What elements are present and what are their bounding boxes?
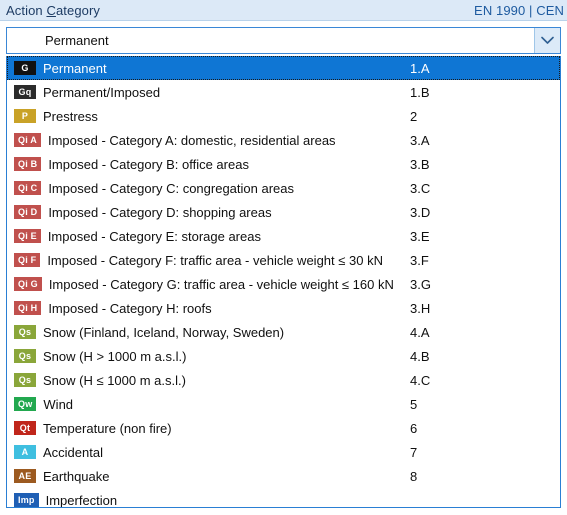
action-category-badge: AE (14, 469, 36, 483)
list-item[interactable]: Qs Snow (H ≤ 1000 m a.s.l.) 4.C (7, 368, 560, 392)
action-category-badge: Qw (14, 397, 37, 411)
list-item[interactable]: P Prestress 2 (7, 104, 560, 128)
action-category-badge: G (14, 61, 36, 75)
action-category-code: 3.G (410, 276, 431, 292)
action-category-badge: Qi C (14, 181, 42, 195)
action-category-badge: Imp (14, 493, 39, 507)
action-category-combobox[interactable]: G Permanent (6, 27, 561, 54)
action-category-label: Imposed - Category C: congregation areas (48, 180, 294, 196)
action-category-code: 4.C (410, 372, 431, 388)
action-category-badge: Qi H (14, 301, 42, 315)
action-category-label: Imposed - Category H: roofs (48, 300, 212, 316)
combobox-selected-badge: G (22, 35, 30, 46)
list-item[interactable]: Qi C Imposed - Category C: congregation a… (7, 176, 560, 200)
list-item[interactable]: Gq Permanent/Imposed 1.B (7, 80, 560, 104)
action-category-badge: Qi D (14, 205, 42, 219)
action-category-badge: Qs (14, 373, 36, 387)
list-item[interactable]: Qt Temperature (non fire) 6 (7, 416, 560, 440)
action-category-code: 1.B (410, 84, 430, 100)
action-category-code: 8 (410, 468, 418, 484)
action-category-code: 6 (410, 420, 418, 436)
action-category-label: Prestress (43, 108, 98, 124)
action-category-code: 3.E (410, 228, 430, 244)
list-item[interactable]: Qi A Imposed - Category A: domestic, resi… (7, 128, 560, 152)
action-category-code: 4.B (410, 348, 430, 364)
action-category-label: Imposed - Category E: storage areas (47, 228, 261, 244)
action-category-badge: Qi F (14, 253, 41, 267)
header-bar: Action Category EN 1990 | CEN (0, 0, 567, 21)
action-category-label: Snow (Finland, Iceland, Norway, Sweden) (43, 324, 285, 340)
list-item[interactable]: Qi H Imposed - Category H: roofs 3.H (7, 296, 560, 320)
action-category-badge: P (14, 109, 36, 123)
page-title-suffix: ategory (55, 2, 101, 18)
action-category-code: 2 (410, 108, 418, 124)
action-category-label: Accidental (43, 444, 103, 460)
action-category-label: Snow (H > 1000 m a.s.l.) (43, 348, 187, 364)
action-category-label: Imposed - Category G: traffic area - veh… (48, 276, 394, 292)
action-category-code: 4.A (410, 324, 430, 340)
list-item[interactable]: Qs Snow (Finland, Iceland, Norway, Sweden… (7, 320, 560, 344)
list-item[interactable]: Qi B Imposed - Category B: office areas 3.… (7, 152, 560, 176)
list-item[interactable]: Qs Snow (H > 1000 m a.s.l.) 4.B (7, 344, 560, 368)
list-item[interactable]: Qi D Imposed - Category D: shopping areas… (7, 200, 560, 224)
action-category-badge: Qi A (14, 133, 41, 147)
list-item[interactable]: Qi G Imposed - Category G: traffic area -… (7, 272, 560, 296)
action-category-code: 3.B (410, 156, 430, 172)
action-category-code: 7 (410, 444, 418, 460)
action-category-badge: Qi B (14, 157, 42, 171)
action-category-badge: Gq (14, 85, 36, 99)
chevron-down-icon[interactable] (534, 28, 560, 53)
action-category-label: Wind (43, 396, 74, 412)
action-category-badge: Qt (14, 421, 36, 435)
bottom-strip (0, 508, 567, 515)
action-category-badge: Qs (14, 349, 36, 363)
action-category-label: Permanent/Imposed (43, 84, 161, 100)
action-category-code: 3.H (410, 300, 431, 316)
action-category-label: Temperature (non fire) (43, 420, 172, 436)
combobox-selected-label: Permanent (45, 33, 109, 48)
list-item[interactable]: Qi E Imposed - Category E: storage areas 3… (7, 224, 560, 248)
action-category-code: 3.A (410, 132, 430, 148)
page-title-accelerator: C (46, 2, 56, 18)
list-item[interactable]: G Permanent 1.A (7, 56, 560, 80)
action-category-label: Imposed - Category A: domestic, resident… (47, 132, 336, 148)
action-category-badge: Qi E (14, 229, 41, 243)
page-title: Action Category (6, 3, 100, 18)
action-category-option-list[interactable]: G Permanent 1.A Gq Permanent/Imposed 1.B P Pres… (6, 56, 561, 508)
action-category-label: Earthquake (43, 468, 110, 484)
action-category-badge: Qi G (14, 277, 42, 291)
action-category-badge: A (14, 445, 36, 459)
action-category-label: Imposed - Category D: shopping areas (48, 204, 272, 220)
list-item[interactable]: AE Earthquake 8 (7, 464, 560, 488)
action-category-label: Imposed - Category B: office areas (48, 156, 249, 172)
action-category-label: Imposed - Category F: traffic area - veh… (47, 252, 383, 268)
action-category-label: Permanent (43, 60, 107, 76)
action-category-label: Imperfection (45, 492, 118, 508)
action-category-code: 1.A (410, 60, 430, 76)
action-category-label: Snow (H ≤ 1000 m a.s.l.) (43, 372, 186, 388)
action-category-code: 3.F (410, 252, 429, 268)
action-category-code: 3.D (410, 204, 431, 220)
page-title-prefix: Action (6, 2, 47, 18)
action-category-code: 3.C (410, 180, 431, 196)
list-item[interactable]: Qw Wind 5 (7, 392, 560, 416)
list-item[interactable]: Qi F Imposed - Category F: traffic area -… (7, 248, 560, 272)
combobox-value[interactable]: G Permanent (7, 28, 534, 53)
action-category-dropdown-screen: Action Category EN 1990 | CEN G Permanen… (0, 0, 567, 515)
list-item[interactable]: A Accidental 7 (7, 440, 560, 464)
action-category-code: 5 (410, 396, 418, 412)
standard-reference-label: EN 1990 | CEN (474, 2, 564, 18)
list-item[interactable]: Imp Imperfection (7, 488, 560, 508)
action-category-badge: Qs (14, 325, 36, 339)
